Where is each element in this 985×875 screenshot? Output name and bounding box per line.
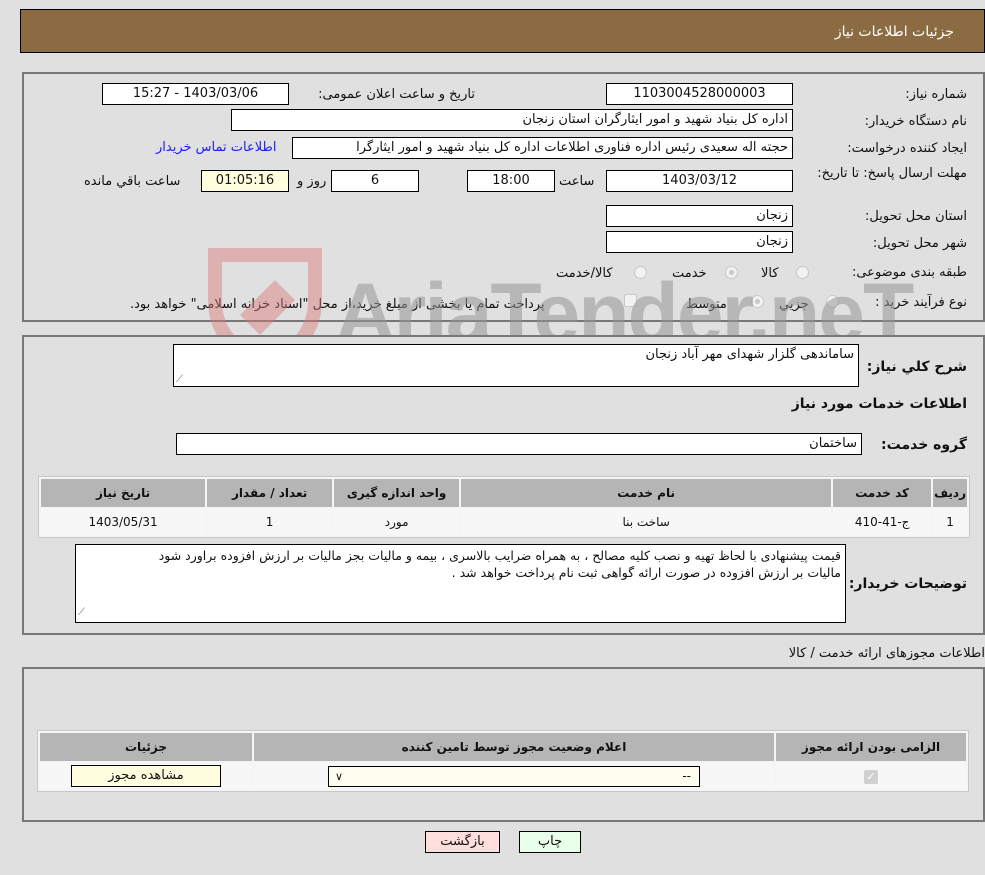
col-quantity: تعداد / مقدار <box>207 479 333 507</box>
deadline-date-field: 1403/03/12 <box>606 170 793 192</box>
cell-need-date: 1403/05/31 <box>41 509 206 535</box>
announce-datetime-label: تاریخ و ساعت اعلان عمومی: <box>318 87 475 102</box>
buyer-contact-link[interactable]: اطلاعات تماس خریدار <box>156 140 276 155</box>
back-button[interactable]: بازگشت <box>425 831 500 853</box>
services-section-title: اطلاعات خدمات مورد نیاز <box>791 396 967 412</box>
buyer-org-field: اداره کل بنیاد شهید و امور ایثارگران است… <box>231 109 793 131</box>
category-radio-service[interactable] <box>725 266 738 279</box>
description-text: ساماندهی گلزار شهدای مهر آباد زنجان <box>645 347 854 362</box>
col-permit-status: اعلام وضعیت مجوز توسط تامین کننده <box>254 733 774 761</box>
deadline-label: مهلت ارسال پاسخ: تا تاریخ: <box>817 166 967 181</box>
days-label: روز و <box>297 174 327 189</box>
permits-table: الزامی بودن ارائه مجوز اعلام وضعیت مجوز … <box>37 730 969 792</box>
buyer-org-label: نام دستگاه خریدار: <box>864 114 967 129</box>
buyer-notes-textarea[interactable]: قیمت پیشنهادی با لحاظ تهیه و نصب کلیه مص… <box>75 544 846 623</box>
buyer-notes-label: توضیحات خریدار: <box>848 576 967 592</box>
cell-unit: مورد <box>334 509 460 535</box>
category-option-service: خدمت <box>672 266 707 281</box>
permits-table-header: الزامی بودن ارائه مجوز اعلام وضعیت مجوز … <box>40 733 966 761</box>
table-row: 1 ج-41-410 ساخت بنا مورد 1 1403/05/31 <box>41 509 967 535</box>
col-permit-details: جزئیات <box>40 733 252 761</box>
category-option-goods-service: کالا/خدمت <box>556 266 613 281</box>
col-service-name: نام خدمت <box>461 479 832 507</box>
cell-permit-status: -- ∨ <box>254 763 774 789</box>
view-permit-button[interactable]: مشاهده مجوز <box>71 765 221 787</box>
delivery-province-field: زنجان <box>606 205 793 227</box>
resize-grip-icon[interactable]: ⟋ <box>78 604 85 621</box>
delivery-province-label: استان محل تحویل: <box>865 209 967 224</box>
deadline-time-field: 18:00 <box>467 170 555 192</box>
days-remaining-field: 6 <box>331 170 419 192</box>
treasury-checkbox[interactable] <box>624 294 637 307</box>
purchase-process-label: نوع فرآیند خرید : <box>875 295 967 310</box>
permit-status-select[interactable]: -- ∨ <box>328 765 700 787</box>
permits-section-title: اطلاعات مجوزهای ارائه خدمت / کالا <box>788 646 985 661</box>
process-radio-medium[interactable] <box>751 295 764 308</box>
page-header: جزئیات اطلاعات نیاز <box>20 9 985 53</box>
delivery-city-label: شهر محل تحویل: <box>872 236 967 251</box>
cell-service-code: ج-41-410 <box>833 509 932 535</box>
process-option-minor: جزيي <box>779 297 809 312</box>
cell-row-number: 1 <box>933 509 967 535</box>
process-radio-minor[interactable] <box>826 295 839 308</box>
category-label: طبقه بندی موضوعی: <box>851 265 967 280</box>
services-table-header: ردیف کد خدمت نام خدمت واحد اندازه گیری ت… <box>41 479 967 507</box>
category-radio-goods-service[interactable] <box>634 266 647 279</box>
buyer-notes-line-2: مالیات بر ارزش افزوده در صورت ارائه گواه… <box>451 565 841 580</box>
time-remaining-field: 01:05:16 <box>201 170 289 192</box>
col-service-code: کد خدمت <box>833 479 932 507</box>
treasury-note: پرداخت تمام یا بخشی از مبلغ خرید،از محل … <box>130 297 545 312</box>
need-number-field: 1103004528000003 <box>606 83 793 105</box>
process-option-medium: متوسط <box>686 297 727 312</box>
permit-status-value: -- <box>682 768 691 783</box>
need-number-label: شماره نیاز: <box>905 87 967 102</box>
print-button[interactable]: چاپ <box>519 831 581 853</box>
category-option-goods: کالا <box>761 266 779 281</box>
services-table: ردیف کد خدمت نام خدمت واحد اندازه گیری ت… <box>38 476 970 538</box>
cell-permit-details: مشاهده مجوز <box>40 763 252 789</box>
chevron-down-icon: ∨ <box>335 769 344 783</box>
cell-permit-required: ✓ <box>776 763 966 789</box>
cell-service-name: ساخت بنا <box>461 509 832 535</box>
col-unit: واحد اندازه گیری <box>334 479 460 507</box>
buyer-notes-line-1: قیمت پیشنهادی با لحاظ تهیه و نصب کلیه مص… <box>158 548 841 563</box>
delivery-city-field: زنجان <box>606 231 793 253</box>
service-group-field: ساختمان <box>176 433 862 455</box>
resize-grip-icon[interactable]: ⟋ <box>176 374 183 385</box>
requester-label: ایجاد کننده درخواست: <box>847 141 967 156</box>
announce-datetime-field: 1403/03/06 - 15:27 <box>102 83 289 105</box>
description-label: شرح کلي نیاز: <box>866 359 967 375</box>
service-group-label: گروه خدمت: <box>881 437 967 453</box>
table-row: ✓ -- ∨ مشاهده مجوز <box>40 763 966 789</box>
category-radio-goods[interactable] <box>796 266 809 279</box>
permit-required-checkbox[interactable]: ✓ <box>864 769 878 784</box>
page-title: جزئیات اطلاعات نیاز <box>834 24 954 40</box>
deadline-time-label: ساعت <box>559 174 595 189</box>
cell-quantity: 1 <box>207 509 333 535</box>
time-remaining-label: ساعت باقي مانده <box>84 174 181 189</box>
col-permit-required: الزامی بودن ارائه مجوز <box>776 733 966 761</box>
col-row-number: ردیف <box>933 479 967 507</box>
requester-field: حجته اله سعیدی رئیس اداره فناوری اطلاعات… <box>292 137 793 159</box>
col-need-date: تاریخ نیاز <box>41 479 206 507</box>
description-textarea[interactable]: ساماندهی گلزار شهدای مهر آباد زنجان ⟋ <box>173 344 859 387</box>
